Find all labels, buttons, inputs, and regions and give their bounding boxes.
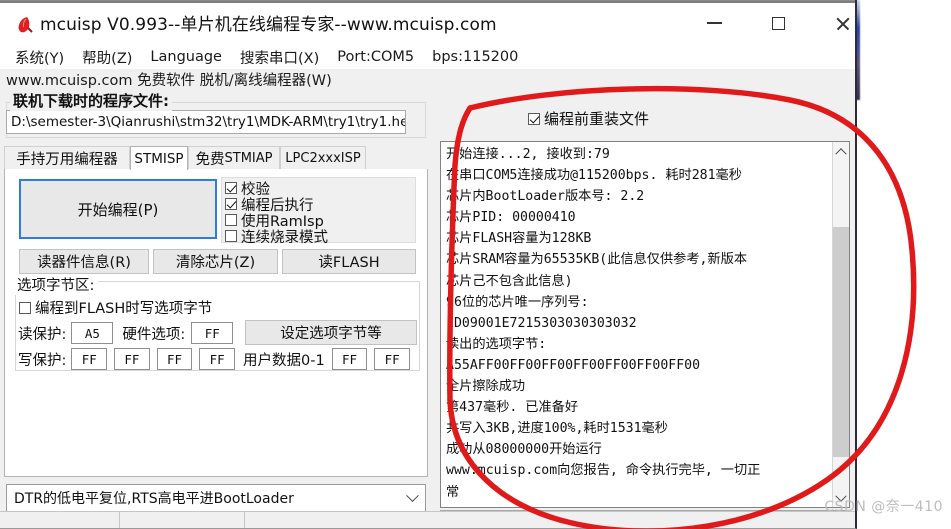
chevron-down-icon[interactable] xyxy=(399,488,425,503)
chevron-up-icon[interactable] xyxy=(833,142,849,159)
user-data-input-1[interactable]: FF xyxy=(374,348,411,370)
checkbox-row-continuous-mode[interactable]: 连续烧录模式 xyxy=(225,228,415,246)
write-protect-label: 写保护: xyxy=(18,352,67,369)
set-option-bytes-button[interactable]: 设定选项字节等 xyxy=(245,320,417,345)
status-bar xyxy=(0,511,855,528)
program-file-path-input[interactable]: D:\semester-3\Qianrushi\stm32\try1\MDK-A… xyxy=(6,110,406,134)
status-cell-1 xyxy=(120,512,245,528)
dtr-mode-value: DTR的低电平复位,RTS高电平进BootLoader xyxy=(14,491,294,507)
write-protect-input-2[interactable]: FF xyxy=(156,348,193,370)
tab-label-en: STMIAP xyxy=(224,151,273,166)
checkbox-verify-icon[interactable] xyxy=(225,182,237,194)
read-flash-label: 读FLASH xyxy=(318,255,380,271)
window-title: mcuisp V0.993--单片机在线编程专家--www.mcuisp.com xyxy=(40,15,497,35)
log-output-panel: 开始连接...2, 接收到:79 在串口COM5连接成功@115200bps. … xyxy=(440,141,850,508)
checkbox-use-ramisp-icon[interactable] xyxy=(225,214,237,226)
tab-label: LPC2xxxISP xyxy=(285,151,361,166)
write-protect-row: 写保护: FF FF FF FF 用户数据0-1 FF FF xyxy=(18,347,411,371)
tab-stmisp[interactable]: STMISP xyxy=(130,146,188,170)
hardware-option-label: 硬件选项: xyxy=(122,326,186,343)
maximize-button[interactable] xyxy=(752,1,804,45)
minimize-button[interactable] xyxy=(688,1,740,45)
menu-item-search-port[interactable]: 搜索串口(X) xyxy=(231,47,328,68)
menu-item-bps[interactable]: bps:115200 xyxy=(423,49,527,65)
write-protect-input-0[interactable]: FF xyxy=(71,348,108,370)
program-file-legend: 联机下载时的程序文件: xyxy=(10,90,172,111)
minimize-icon xyxy=(706,22,722,24)
read-flash-button[interactable]: 读FLASH xyxy=(282,249,416,274)
checkbox-row-write-option-bytes[interactable]: 编程到FLASH时写选项字节 xyxy=(19,297,212,318)
checkbox-write-option-bytes-icon[interactable] xyxy=(19,301,31,314)
tab-stmiap[interactable]: 免费 STMIAP xyxy=(188,146,280,170)
tab-strip: 手持万用编程器 STMISP 免费 STMIAP LPC2xxxISP xyxy=(4,146,428,170)
maximize-icon xyxy=(771,16,785,30)
start-programming-label: 开始编程(P) xyxy=(77,200,159,219)
program-options-panel: 校验 编程后执行 使用RamIsp 连续烧录模式 xyxy=(221,177,416,246)
title-bar: mcuisp V0.993--单片机在线编程专家--www.mcuisp.com xyxy=(0,0,855,48)
app-icon xyxy=(18,17,33,33)
right-panel: 编程前重装文件 开始连接...2, 接收到:79 在串口COM5连接成功@115… xyxy=(432,92,855,528)
scrollbar-thumb[interactable] xyxy=(833,227,849,457)
read-device-info-label: 读器件信息(R) xyxy=(37,255,131,271)
menu-item-system[interactable]: 系统(Y) xyxy=(6,47,73,68)
erase-chip-label: 清除芯片(Z) xyxy=(175,255,256,271)
tab-handheld-programmer[interactable]: 手持万用编程器 xyxy=(4,146,130,170)
user-data-label: 用户数据0-1 xyxy=(243,352,325,369)
set-option-bytes-label: 设定选项字节等 xyxy=(280,326,382,342)
log-scrollbar[interactable] xyxy=(832,142,849,507)
menu-item-port[interactable]: Port:COM5 xyxy=(328,49,423,65)
option-bytes-legend: 选项字节区: xyxy=(13,274,99,295)
close-icon xyxy=(835,16,850,31)
chevron-down-icon[interactable] xyxy=(833,490,849,507)
reload-before-program-row[interactable]: 编程前重装文件 xyxy=(528,108,649,129)
status-cell-2 xyxy=(245,512,855,528)
tab-lpc2xxxisp[interactable]: LPC2xxxISP xyxy=(280,146,366,170)
read-protect-input[interactable]: A5 xyxy=(71,322,114,344)
user-data-input-0[interactable]: FF xyxy=(331,348,368,370)
checkbox-continuous-mode-icon[interactable] xyxy=(225,230,237,242)
read-protect-label: 读保护: xyxy=(18,326,67,343)
menu-item-help[interactable]: 帮助(Z) xyxy=(73,47,141,68)
checkbox-write-option-bytes-label: 编程到FLASH时写选项字节 xyxy=(35,301,213,317)
start-programming-button[interactable]: 开始编程(P) xyxy=(19,179,217,239)
tab-label-cn: 免费 xyxy=(195,152,225,168)
stmisp-tab-pane: 开始编程(P) 校验 编程后执行 使用RamIsp 连续烧录模式 读器件信息(R… xyxy=(4,169,428,477)
status-cell-0 xyxy=(0,512,120,528)
menu-bar: 系统(Y) 帮助(Z) Language 搜索串口(X) Port:COM5 b… xyxy=(0,45,855,69)
menu-secondary-row[interactable]: www.mcuisp.com 免费软件 脱机/离线编程器(W) xyxy=(6,69,332,91)
close-button[interactable] xyxy=(816,1,855,45)
erase-chip-button[interactable]: 清除芯片(Z) xyxy=(153,249,278,274)
tab-label: 手持万用编程器 xyxy=(16,152,118,168)
tab-label: STMISP xyxy=(134,150,184,167)
log-output-text[interactable]: 开始连接...2, 接收到:79 在串口COM5连接成功@115200bps. … xyxy=(441,142,832,507)
checkbox-reload-before-program-label: 编程前重装文件 xyxy=(544,110,650,128)
read-device-info-button[interactable]: 读器件信息(R) xyxy=(19,249,149,274)
checkbox-continuous-mode-label: 连续烧录模式 xyxy=(241,229,328,246)
write-protect-input-1[interactable]: FF xyxy=(114,348,150,370)
hardware-option-input[interactable]: FF xyxy=(191,322,234,344)
checkbox-run-after-program-icon[interactable] xyxy=(225,198,237,210)
menu-item-language[interactable]: Language xyxy=(141,49,231,65)
dtr-mode-combobox[interactable]: DTR的低电平复位,RTS高电平进BootLoader xyxy=(6,484,426,512)
left-panel: 联机下载时的程序文件: D:\semester-3\Qianrushi\stm3… xyxy=(0,90,432,528)
write-protect-input-3[interactable]: FF xyxy=(199,348,236,370)
mcuisp-main-window: mcuisp V0.993--单片机在线编程专家--www.mcuisp.com… xyxy=(0,0,857,529)
checkbox-reload-before-program-icon[interactable] xyxy=(528,112,540,125)
